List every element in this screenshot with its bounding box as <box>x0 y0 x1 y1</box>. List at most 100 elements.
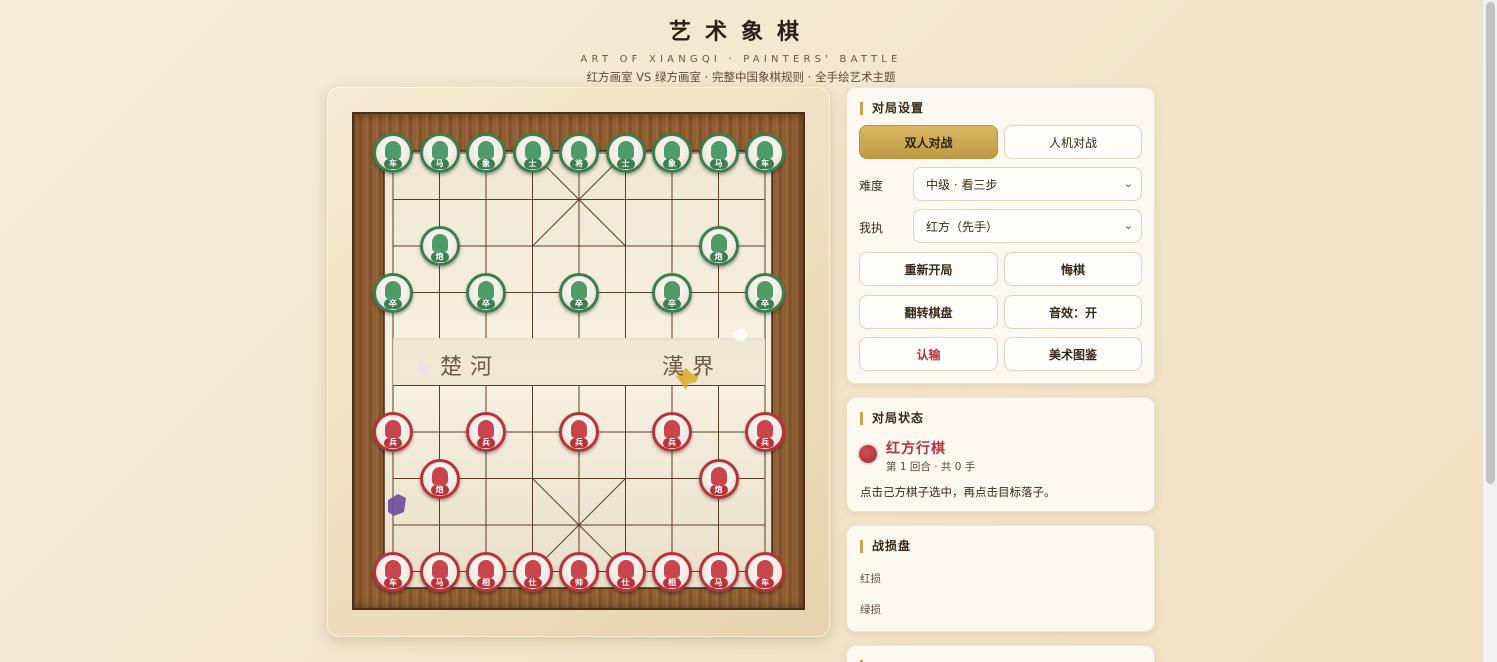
red-piece[interactable]: 车 <box>745 551 785 592</box>
piece-label: 将 <box>570 159 588 169</box>
piece-label: 仕 <box>523 577 542 588</box>
piece-figure-icon <box>431 234 448 252</box>
red-piece[interactable]: 车 <box>373 551 413 592</box>
green-piece[interactable]: 炮 <box>698 226 739 266</box>
settings-title: 对局设置 <box>860 102 924 115</box>
red-piece[interactable]: 马 <box>698 551 739 592</box>
difficulty-select[interactable]: 中级 · 看三步 ⌄ <box>913 167 1142 201</box>
piece-figure-icon <box>710 466 727 485</box>
piece-label: 相 <box>663 577 681 588</box>
piece-figure-icon <box>385 420 401 438</box>
undo-button[interactable]: 悔棋 <box>1004 252 1142 286</box>
red-piece[interactable]: 兵 <box>373 412 413 452</box>
piece-label: 车 <box>756 159 774 169</box>
piece-figure-icon <box>524 559 541 578</box>
side-select[interactable]: 红方（先手） ⌄ <box>913 209 1142 243</box>
red-piece[interactable]: 相 <box>652 551 692 592</box>
piece-label: 车 <box>756 577 774 588</box>
piece-figure-icon <box>757 559 773 578</box>
turn-text: 红方行棋 <box>886 441 946 457</box>
mode-ai-button[interactable]: 人机对战 <box>1004 125 1142 159</box>
red-piece[interactable]: 兵 <box>559 412 599 452</box>
piece-label: 卒 <box>477 298 495 309</box>
green-piece[interactable]: 象 <box>652 133 692 173</box>
green-piece[interactable]: 炮 <box>419 226 460 266</box>
page-header: 艺术象棋 ART OF XIANGQI · PAINTERS' BATTLE 红… <box>0 14 1482 85</box>
red-piece[interactable]: 炮 <box>419 458 460 499</box>
side-value: 红方（先手） <box>926 219 999 234</box>
piece-label: 马 <box>709 159 728 169</box>
piece-label: 帅 <box>570 577 588 588</box>
piece-label: 车 <box>384 159 402 169</box>
hint-text: 点击己方棋子选中，再点击目标落子。 <box>860 485 1056 499</box>
piece-figure-icon <box>664 280 680 299</box>
piece-figure-icon <box>617 141 634 159</box>
green-piece[interactable]: 卒 <box>652 272 692 313</box>
piece-figure-icon <box>664 559 680 578</box>
piece-label: 炮 <box>709 252 728 262</box>
gallery-button[interactable]: 美术图鉴 <box>1004 337 1142 371</box>
difficulty-value: 中级 · 看三步 <box>926 177 998 192</box>
piece-figure-icon <box>710 234 727 252</box>
chevron-down-icon: ⌄ <box>1123 177 1133 190</box>
green-piece[interactable]: 卒 <box>373 272 413 313</box>
green-piece[interactable]: 马 <box>419 133 460 173</box>
piece-figure-icon <box>385 559 401 578</box>
mode-pvp-button[interactable]: 双人对战 <box>859 125 998 159</box>
piece-label: 象 <box>663 159 681 169</box>
restart-button[interactable]: 重新开局 <box>859 252 998 286</box>
river-label-right: 漢界 <box>662 355 723 380</box>
losses-title: 战损盘 <box>860 540 911 553</box>
green-piece[interactable]: 马 <box>698 133 739 173</box>
piece-figure-icon <box>571 420 587 438</box>
page-scrollbar[interactable] <box>1482 0 1497 662</box>
status-title: 对局状态 <box>860 412 924 425</box>
status-panel: 对局状态 红方行棋 第 1 回合 · 共 0 手 点击己方棋子选中，再点击目标落… <box>846 397 1155 512</box>
piece-label: 马 <box>709 577 728 588</box>
green-piece[interactable]: 将 <box>559 133 599 173</box>
scrollbar-thumb[interactable] <box>1486 2 1495 484</box>
piece-label: 卒 <box>663 298 681 309</box>
piece-label: 兵 <box>756 438 774 448</box>
next-panel <box>846 645 1155 662</box>
river-label-left: 楚河 <box>440 355 501 380</box>
red-piece[interactable]: 兵 <box>652 412 692 452</box>
resign-button[interactable]: 认输 <box>859 337 998 371</box>
red-piece[interactable]: 相 <box>466 551 506 592</box>
piece-figure-icon <box>478 280 494 299</box>
piece-figure-icon <box>385 280 401 299</box>
red-piece[interactable]: 仕 <box>512 551 553 592</box>
green-piece[interactable]: 车 <box>745 133 785 173</box>
turn-indicator-icon <box>859 445 877 463</box>
piece-figure-icon <box>664 420 680 438</box>
chevron-down-icon: ⌄ <box>1123 219 1133 232</box>
red-piece[interactable]: 马 <box>419 551 460 592</box>
red-piece[interactable]: 仕 <box>605 551 646 592</box>
green-piece[interactable]: 卒 <box>466 272 506 313</box>
piece-label: 马 <box>430 577 449 588</box>
piece-figure-icon <box>571 141 587 159</box>
page-subtitle-chinese: 红方画室 VS 绿方画室 · 完整中国象棋规则 · 全手绘艺术主题 <box>586 70 896 84</box>
piece-label: 卒 <box>756 298 774 309</box>
page-subtitle-english: ART OF XIANGQI · PAINTERS' BATTLE <box>580 54 902 65</box>
piece-label: 相 <box>477 577 495 588</box>
red-piece[interactable]: 兵 <box>466 412 506 452</box>
flip-board-button[interactable]: 翻转棋盘 <box>859 295 998 329</box>
green-losses-label: 绿损 <box>860 604 881 616</box>
piece-label: 兵 <box>477 438 495 448</box>
green-piece[interactable]: 车 <box>373 133 413 173</box>
piece-label: 炮 <box>709 484 728 495</box>
green-piece[interactable]: 卒 <box>745 272 785 313</box>
red-piece[interactable]: 炮 <box>698 458 739 499</box>
page-title: 艺术象棋 <box>668 19 813 45</box>
piece-figure-icon <box>617 559 634 578</box>
red-piece[interactable]: 兵 <box>745 412 785 452</box>
green-piece[interactable]: 士 <box>605 133 646 173</box>
green-piece[interactable]: 卒 <box>559 272 599 313</box>
piece-label: 兵 <box>384 438 402 448</box>
sound-toggle-button[interactable]: 音效：开 <box>1004 295 1142 329</box>
piece-label: 士 <box>523 159 542 169</box>
red-piece[interactable]: 帅 <box>559 551 599 592</box>
green-piece[interactable]: 士 <box>512 133 553 173</box>
green-piece[interactable]: 象 <box>466 133 506 173</box>
